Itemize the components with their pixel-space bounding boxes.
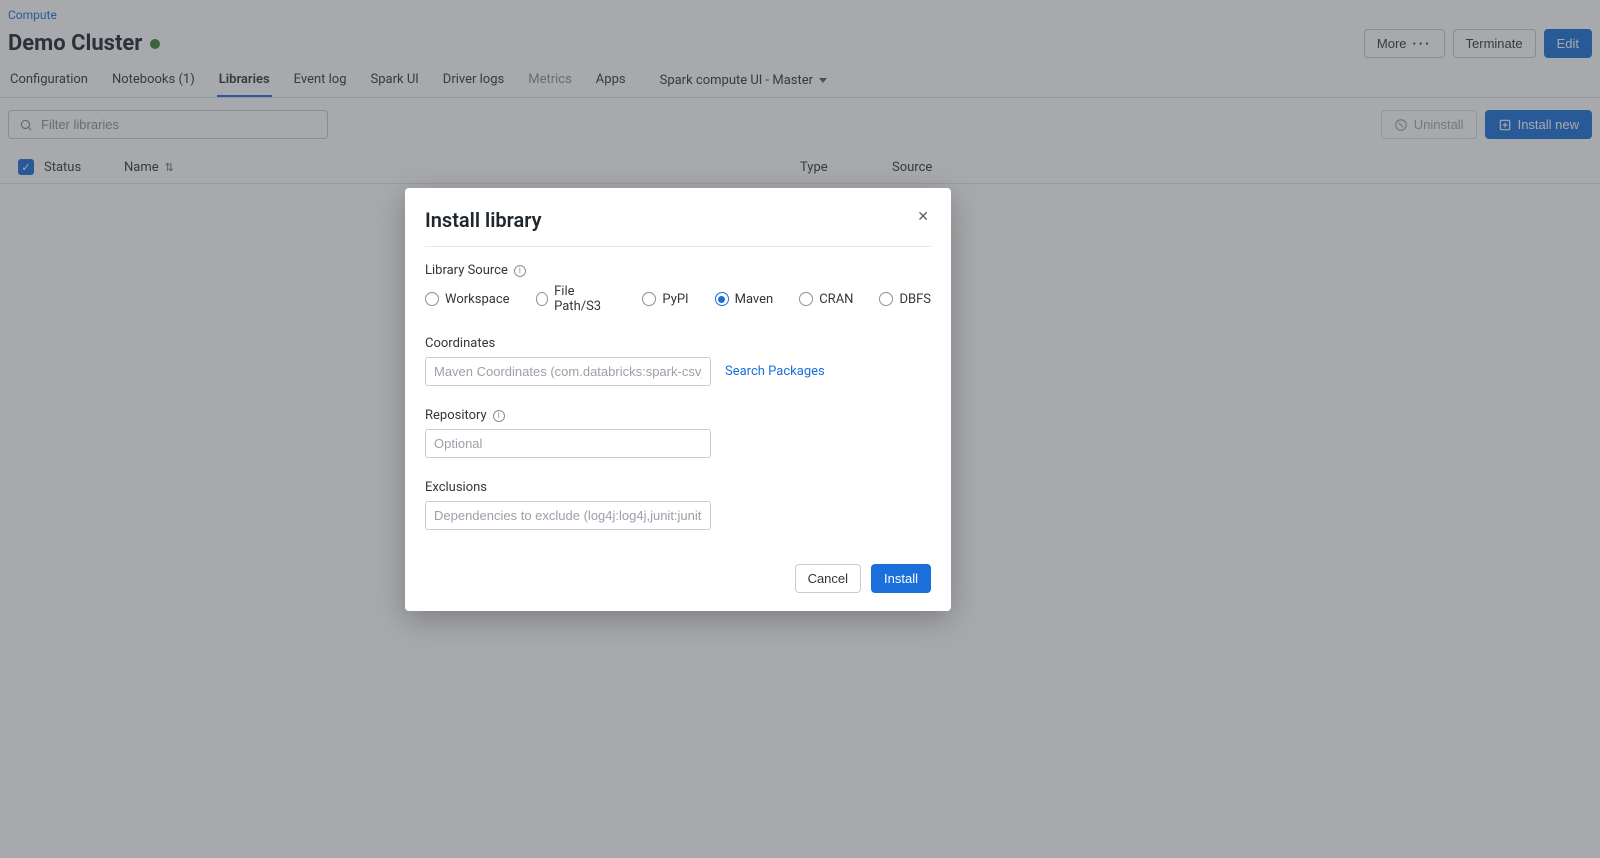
coordinates-input[interactable] — [425, 357, 711, 386]
page-root: Compute Demo Cluster More ··· Terminate … — [0, 0, 1600, 858]
exclusions-field: Exclusions — [425, 480, 931, 530]
install-library-modal: Install library ✕ Library Source i Works… — [405, 188, 951, 611]
modal-footer: Cancel Install — [425, 564, 931, 593]
radio-circle-icon — [879, 292, 893, 306]
radio-label: File Path/S3 — [554, 284, 616, 314]
modal-header: Install library ✕ — [425, 208, 931, 247]
radio-maven[interactable]: Maven — [715, 292, 774, 307]
radio-label: CRAN — [819, 292, 853, 307]
coordinates-field: Coordinates Search Packages — [425, 336, 931, 386]
radio-label: DBFS — [899, 292, 931, 307]
radio-label: PyPI — [662, 292, 688, 307]
radio-file-path-s3[interactable]: File Path/S3 — [536, 284, 617, 314]
radio-cran[interactable]: CRAN — [799, 292, 853, 307]
coordinates-label: Coordinates — [425, 336, 931, 351]
info-icon[interactable]: i — [493, 410, 505, 422]
radio-label: Maven — [735, 292, 774, 307]
library-source-label: Library Source i — [425, 263, 931, 278]
search-packages-link[interactable]: Search Packages — [725, 364, 825, 379]
exclusions-input[interactable] — [425, 501, 711, 530]
repository-field: Repository i — [425, 408, 931, 458]
radio-label: Workspace — [445, 292, 510, 307]
radio-circle-icon — [536, 292, 549, 306]
info-icon[interactable]: i — [514, 265, 526, 277]
repository-label-text: Repository — [425, 408, 487, 423]
coordinates-row: Search Packages — [425, 357, 931, 386]
radio-pypi[interactable]: PyPI — [642, 292, 688, 307]
close-icon[interactable]: ✕ — [915, 208, 931, 226]
radio-dbfs[interactable]: DBFS — [879, 292, 931, 307]
exclusions-label: Exclusions — [425, 480, 931, 495]
radio-circle-icon — [425, 292, 439, 306]
radio-circle-icon — [642, 292, 656, 306]
modal-body: Library Source i Workspace File Path/S3 … — [425, 247, 931, 593]
radio-workspace[interactable]: Workspace — [425, 292, 510, 307]
install-button[interactable]: Install — [871, 564, 931, 593]
modal-title: Install library — [425, 208, 542, 232]
cancel-button[interactable]: Cancel — [795, 564, 861, 593]
library-source-label-text: Library Source — [425, 263, 508, 278]
library-source-radios: Workspace File Path/S3 PyPI Maven CRAN — [425, 284, 931, 314]
repository-input[interactable] — [425, 429, 711, 458]
repository-label: Repository i — [425, 408, 931, 423]
radio-circle-icon — [715, 292, 729, 306]
radio-circle-icon — [799, 292, 813, 306]
